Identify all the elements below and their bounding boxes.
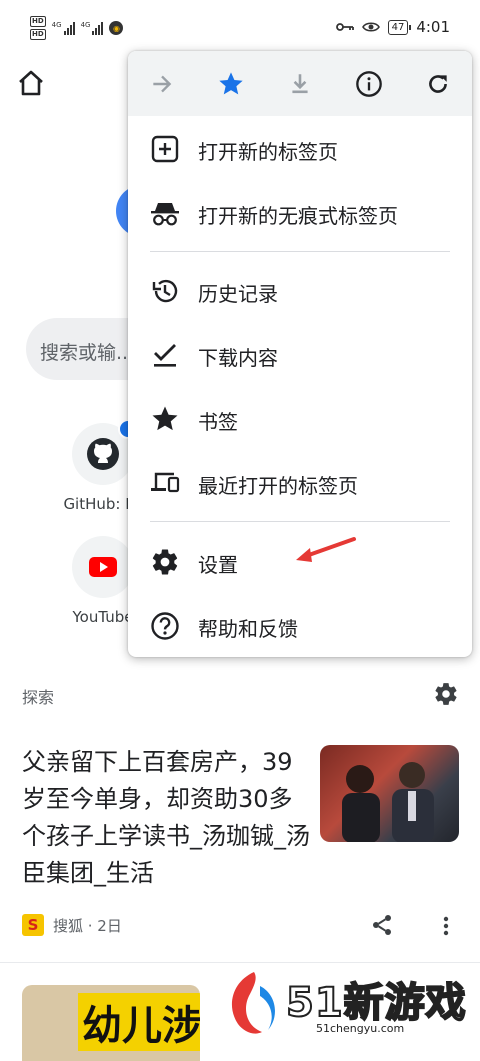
menu-item-label: 打开新的标签页 <box>198 140 338 164</box>
menu-item-label: 打开新的无痕式标签页 <box>198 204 398 228</box>
overflow-menu: 打开新的标签页 打开新的无痕式标签页 历史记录 下载内容 书签 最近打开的标签页… <box>128 51 472 657</box>
article-thumbnail[interactable]: 幼儿涉 <box>22 985 200 1061</box>
menu-item-help-feedback[interactable]: 帮助和反馈 <box>128 596 472 656</box>
download-icon <box>292 74 308 94</box>
signal-strength-icon: 4G <box>81 21 104 35</box>
hd-indicator: HD <box>30 29 46 40</box>
menu-item-label: 书签 <box>198 410 238 434</box>
home-icon[interactable] <box>16 68 46 98</box>
bookmarks-star-icon <box>152 406 178 431</box>
reload-button[interactable] <box>421 67 455 101</box>
watermark-brand: 51新游戏 <box>285 979 467 1027</box>
share-icon[interactable] <box>370 913 394 937</box>
settings-gear-icon <box>152 549 178 575</box>
hd-indicator: HD <box>30 16 46 27</box>
menu-item-new-incognito-tab[interactable]: 打开新的无痕式标签页 <box>128 183 472 243</box>
annotation-arrow-icon <box>296 537 356 562</box>
clock: 4:01 <box>416 18 450 36</box>
star-filled-icon <box>219 72 243 95</box>
explore-heading: 探索 <box>22 688 55 707</box>
history-icon <box>152 279 178 303</box>
forward-arrow-icon <box>153 75 172 93</box>
page-info-button[interactable] <box>352 67 386 101</box>
menu-item-label: 下载内容 <box>198 346 278 370</box>
menu-divider <box>150 251 450 252</box>
source-logo: S <box>22 914 44 936</box>
article-thumbnail[interactable] <box>320 745 459 842</box>
downloads-icon <box>154 344 176 367</box>
signal-strength-icon: 4G <box>52 21 75 35</box>
menu-item-history[interactable]: 历史记录 <box>128 261 472 321</box>
menu-item-label: 设置 <box>198 553 238 577</box>
menu-item-label: 历史记录 <box>198 282 278 306</box>
status-bar: HD HD 4G 4G ◉ 47 4:01 <box>0 0 480 58</box>
key-icon <box>335 23 354 31</box>
menu-toolbar <box>128 51 472 116</box>
thumbnail-caption: 幼儿涉 <box>78 993 200 1051</box>
article-title[interactable]: 父亲留下上百套房产，39岁至今单身，却资助30多个孩子上学读书_汤珈铖_汤臣集团… <box>22 744 312 892</box>
site-watermark: 51新游戏 51chengyu.com <box>224 966 480 1061</box>
incognito-icon <box>151 203 179 226</box>
menu-item-label: 最近打开的标签页 <box>198 474 358 498</box>
eye-icon <box>361 22 380 32</box>
forward-button[interactable] <box>145 67 179 101</box>
feed-settings-gear-icon[interactable] <box>433 681 459 707</box>
github-icon <box>87 438 119 470</box>
info-icon <box>356 71 382 97</box>
article-photo <box>342 762 434 842</box>
article-source: 搜狐 · 2日 <box>53 917 122 935</box>
notification-app-icon: ◉ <box>109 21 124 35</box>
refresh-icon <box>429 75 447 93</box>
menu-item-bookmarks[interactable]: 书签 <box>128 389 472 449</box>
download-page-button[interactable] <box>283 67 317 101</box>
new-tab-icon <box>151 135 179 163</box>
battery-indicator: 47 <box>387 19 412 35</box>
recent-tabs-icon <box>151 472 180 493</box>
youtube-icon <box>89 557 117 577</box>
menu-divider <box>150 521 450 522</box>
search-placeholder: 搜索或输... <box>40 342 135 364</box>
menu-item-new-tab[interactable]: 打开新的标签页 <box>128 119 472 179</box>
more-vert-icon[interactable] <box>440 914 452 938</box>
menu-item-recent-tabs[interactable]: 最近打开的标签页 <box>128 453 472 513</box>
menu-item-label: 帮助和反馈 <box>198 617 298 641</box>
menu-item-downloads[interactable]: 下载内容 <box>128 325 472 385</box>
watermark-logo-icon <box>231 972 275 1034</box>
watermark-url: 51chengyu.com <box>316 1022 405 1035</box>
bookmark-star-button[interactable] <box>214 67 248 101</box>
feed-divider <box>0 962 480 963</box>
help-icon <box>151 612 179 640</box>
